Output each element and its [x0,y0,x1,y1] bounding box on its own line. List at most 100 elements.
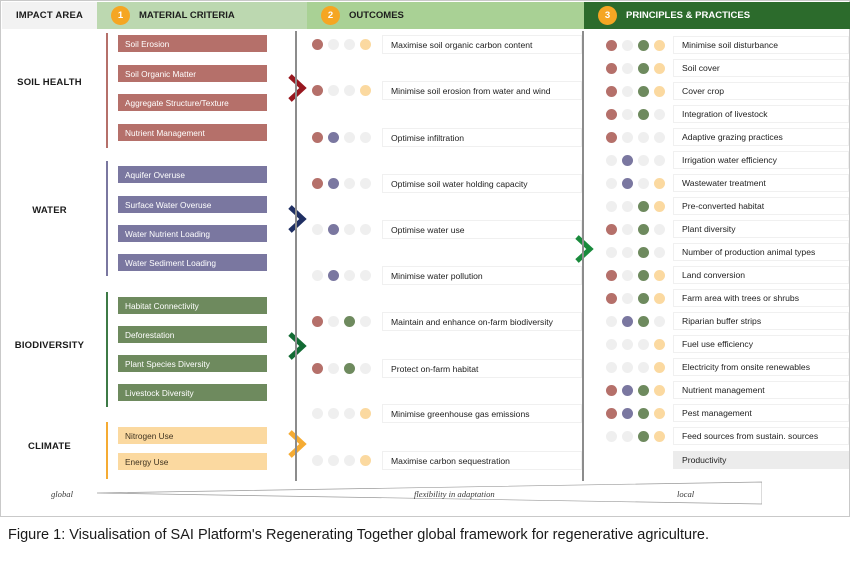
impact-dot-water [328,132,339,143]
impact-dot-biodiversity [638,223,649,235]
practice-row[interactable]: Nutrient management [673,381,849,399]
impact-dot-empty [360,178,371,189]
practice-row[interactable]: Cover crop [673,82,849,100]
impact-dot-soil [606,85,617,97]
outcome-row[interactable]: Minimise soil erosion from water and win… [382,81,582,100]
outcome-row[interactable]: Maximise soil organic carbon content [382,35,582,54]
impact-dot-water [622,154,633,166]
practice-row[interactable]: Plant diversity [673,220,849,238]
practice-row[interactable]: Pest management [673,404,849,422]
impact-dot-water [328,178,339,189]
material-criteria-bar[interactable]: Deforestation [118,326,267,343]
impact-dot-empty [328,363,339,374]
impact-dot-empty [654,223,665,235]
impact-dot-empty [654,131,665,143]
outcome-row-dot-group [312,363,371,374]
impact-dot-climate [360,455,371,466]
impact-dot-empty [622,200,633,212]
material-criteria-bar[interactable]: Nitrogen Use [118,427,267,444]
outcome-row[interactable]: Maximise carbon sequestration [382,451,582,470]
practice-row[interactable]: Farm area with trees or shrubs [673,289,849,307]
impact-dot-water [328,224,339,235]
impact-dot-soil [312,363,323,374]
outcome-row[interactable]: Maintain and enhance on-farm biodiversit… [382,312,582,331]
header-material-criteria-label: MATERIAL CRITERIA [139,10,235,21]
practice-row[interactable]: Wastewater treatment [673,174,849,192]
impact-dot-empty [328,455,339,466]
outcome-row[interactable]: Minimise water pollution [382,266,582,285]
material-criteria-bar[interactable]: Water Nutrient Loading [118,225,267,242]
practice-row-dot-group [606,131,665,143]
material-criteria-bar[interactable]: Water Sediment Loading [118,254,267,271]
header-impact-area: IMPACT AREA [2,2,97,29]
impact-dot-water [622,384,633,396]
practice-row[interactable]: Land conversion [673,266,849,284]
figure-caption: Figure 1: Visualisation of SAI Platform'… [8,527,710,543]
material-criteria-bar[interactable]: Energy Use [118,453,267,470]
impact-dot-empty [638,177,649,189]
practice-row[interactable]: Riparian buffer strips [673,312,849,330]
outcome-row[interactable]: Optimise infiltration [382,128,582,147]
outcome-row[interactable]: Optimise water use [382,220,582,239]
impact-dot-climate [654,430,665,442]
material-criteria-bar[interactable]: Livestock Diversity [118,384,267,401]
impact-dot-climate [654,384,665,396]
impact-dot-biodiversity [638,246,649,258]
chevron-soil-icon [288,74,307,102]
impact-dot-empty [344,408,355,419]
impact-area-group-rule [106,292,108,407]
impact-area-label: WATER [32,205,67,216]
impact-dot-empty [606,361,617,373]
impact-dot-empty [654,315,665,327]
practice-row[interactable]: Feed sources from sustain. sources [673,427,849,445]
practice-row-dot-group [606,292,665,304]
material-criteria-bar[interactable]: Soil Organic Matter [118,65,267,82]
outcome-row[interactable]: Minimise greenhouse gas emissions [382,404,582,423]
chevron-water-icon [288,205,307,233]
impact-dot-biodiversity [638,384,649,396]
impact-dot-climate [654,361,665,373]
header-principles-practices-label: PRINCIPLES & PRACTICES [626,10,751,21]
material-criteria-bar[interactable]: Soil Erosion [118,35,267,52]
material-criteria-bar[interactable]: Aquifer Overuse [118,166,267,183]
practice-row[interactable]: Integration of livestock [673,105,849,123]
outcome-row-dot-group [312,316,371,327]
practice-row[interactable]: Irrigation water efficiency [673,151,849,169]
step-number-badge-1: 1 [111,6,130,25]
impact-dot-empty [622,338,633,350]
impact-dot-biodiversity [638,315,649,327]
impact-dot-climate [360,39,371,50]
practice-row-dot-group [606,407,665,419]
outcome-row-dot-group [312,39,371,50]
practice-row[interactable]: Soil cover [673,59,849,77]
practice-row[interactable]: Minimise soil disturbance [673,36,849,54]
impact-dot-climate [360,85,371,96]
outcome-row-dot-group [312,132,371,143]
impact-dot-empty [344,270,355,281]
impact-area-label: SOIL HEALTH [17,77,82,88]
impact-dot-empty [360,316,371,327]
practice-row[interactable]: Fuel use efficiency [673,335,849,353]
impact-dot-empty [312,224,323,235]
impact-dot-empty [622,131,633,143]
impact-dot-biodiversity [638,62,649,74]
outcome-row-dot-group [312,178,371,189]
practice-row[interactable]: Number of production animal types [673,243,849,261]
practice-row-dot-group [606,269,665,281]
framework-diagram: IMPACT AREA 1 MATERIAL CRITERIA 2 OUTCOM… [0,0,850,517]
impact-dot-empty [344,455,355,466]
outcome-row[interactable]: Optimise soil water holding capacity [382,174,582,193]
material-criteria-bar[interactable]: Habitat Connectivity [118,297,267,314]
impact-dot-empty [622,430,633,442]
impact-dot-empty [360,270,371,281]
practice-row[interactable]: Productivity [673,451,849,469]
material-criteria-bar[interactable]: Nutrient Management [118,124,267,141]
material-criteria-bar[interactable]: Plant Species Diversity [118,355,267,372]
material-criteria-bar[interactable]: Surface Water Overuse [118,196,267,213]
practice-row[interactable]: Pre-converted habitat [673,197,849,215]
outcome-row[interactable]: Protect on-farm habitat [382,359,582,378]
material-criteria-bar[interactable]: Aggregate Structure/Texture [118,94,267,111]
practice-row[interactable]: Adaptive grazing practices [673,128,849,146]
outcome-row-dot-group [312,408,371,419]
practice-row[interactable]: Electricity from onsite renewables [673,358,849,376]
